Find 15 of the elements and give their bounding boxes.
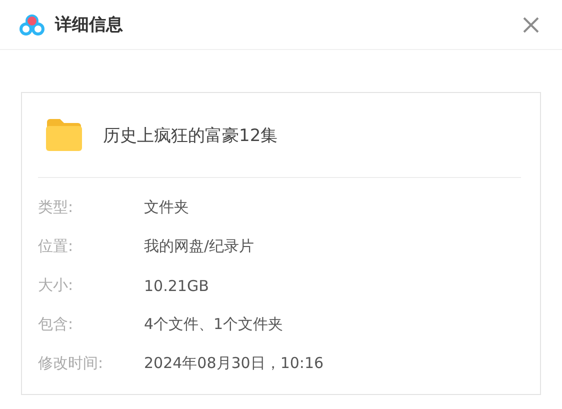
cloud-logo-icon (19, 14, 45, 36)
folder-name: 历史上疯狂的富豪12集 (103, 124, 278, 146)
detail-label: 类型: (38, 198, 74, 217)
detail-label: 大小: (38, 276, 74, 295)
detail-value: 10.21GB (144, 276, 209, 294)
detail-label: 包含: (38, 315, 74, 334)
detail-value: 2024年08月30日，10:16 (144, 354, 324, 373)
detail-value: 我的网盘/纪录片 (144, 237, 254, 256)
window-title: 详细信息 (55, 14, 123, 36)
close-icon[interactable] (523, 16, 539, 32)
detail-value: 4个文件、1个文件夹 (144, 315, 284, 334)
detail-value: 文件夹 (144, 198, 189, 217)
detail-label: 修改时间: (38, 354, 104, 373)
detail-label: 位置: (38, 237, 74, 256)
folder-icon (45, 118, 83, 152)
